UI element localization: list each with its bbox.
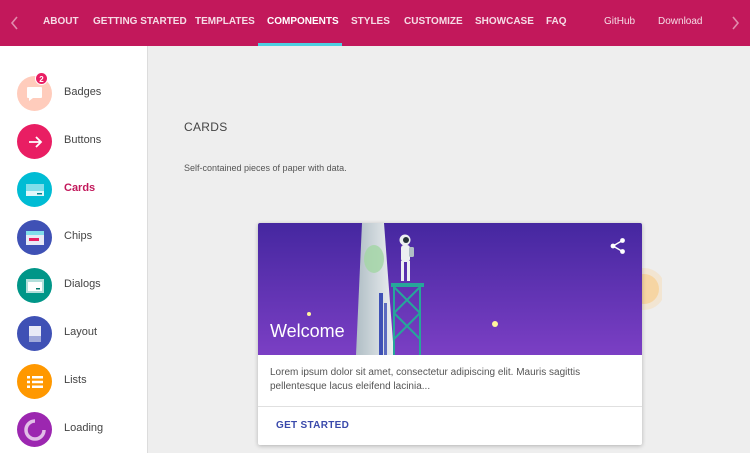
nav-item-components[interactable]: COMPONENTS [267, 0, 339, 46]
spinner-icon [17, 412, 52, 447]
layout-icon [17, 316, 52, 351]
sidebar: 2 Badges Buttons Cards Chips Dialogs Lay… [0, 46, 148, 453]
nav-item-faq[interactable]: FAQ [546, 0, 567, 46]
sidebar-item-label: Layout [64, 326, 98, 338]
share-icon[interactable] [609, 237, 627, 255]
card-icon [17, 172, 52, 207]
page-title: CARDS [184, 120, 228, 134]
card-divider [258, 406, 642, 407]
sidebar-item-loading[interactable]: Loading [0, 406, 148, 453]
sidebar-item-label: Cards [64, 182, 96, 194]
sidebar-item-label: Buttons [64, 134, 102, 146]
arrow-right-icon [17, 124, 52, 159]
chip-icon [17, 220, 52, 255]
nav-item-templates[interactable]: TEMPLATES [195, 0, 255, 46]
sidebar-item-cards[interactable]: Cards [0, 166, 148, 214]
sidebar-item-lists[interactable]: Lists [0, 358, 148, 406]
nav-item-getting-started[interactable]: GETTING STARTED [93, 0, 187, 46]
sidebar-item-layout[interactable]: Layout [0, 310, 148, 358]
sidebar-item-label: Lists [64, 374, 87, 386]
active-tab-indicator [258, 43, 342, 46]
nav-link-github[interactable]: GitHub [604, 0, 635, 46]
nav-item-showcase[interactable]: SHOWCASE [475, 0, 534, 46]
get-started-button[interactable]: GET STARTED [276, 420, 349, 431]
sidebar-item-dialogs[interactable]: Dialogs [0, 262, 148, 310]
sidebar-item-label: Badges [64, 86, 102, 98]
card-body-text: Lorem ipsum dolor sit amet, consectetur … [270, 367, 581, 392]
sidebar-item-badges[interactable]: 2 Badges [0, 70, 148, 118]
dialog-icon [17, 268, 52, 303]
badge-count: 2 [35, 72, 48, 85]
nav-item-styles[interactable]: STYLES [351, 0, 390, 46]
sidebar-item-label: Loading [64, 422, 104, 434]
sidebar-item-buttons[interactable]: Buttons [0, 118, 148, 166]
nav-scroll-right-icon[interactable] [720, 0, 750, 46]
nav-item-customize[interactable]: CUSTOMIZE [404, 0, 463, 46]
list-icon [17, 364, 52, 399]
nav-link-download[interactable]: Download [658, 0, 702, 46]
sidebar-item-chips[interactable]: Chips [0, 214, 148, 262]
welcome-card: Welcome Lorem ipsum dolor sit amet, cons… [258, 223, 642, 445]
card-title: Welcome [270, 321, 345, 341]
nav-scroll-left-icon[interactable] [0, 0, 30, 46]
nav-item-about[interactable]: ABOUT [43, 0, 79, 46]
sidebar-item-label: Dialogs [64, 278, 101, 290]
top-nav: ABOUT GETTING STARTED TEMPLATES COMPONEN… [0, 0, 750, 46]
page-description: Self-contained pieces of paper with data… [184, 163, 347, 173]
sidebar-item-label: Chips [64, 230, 93, 242]
